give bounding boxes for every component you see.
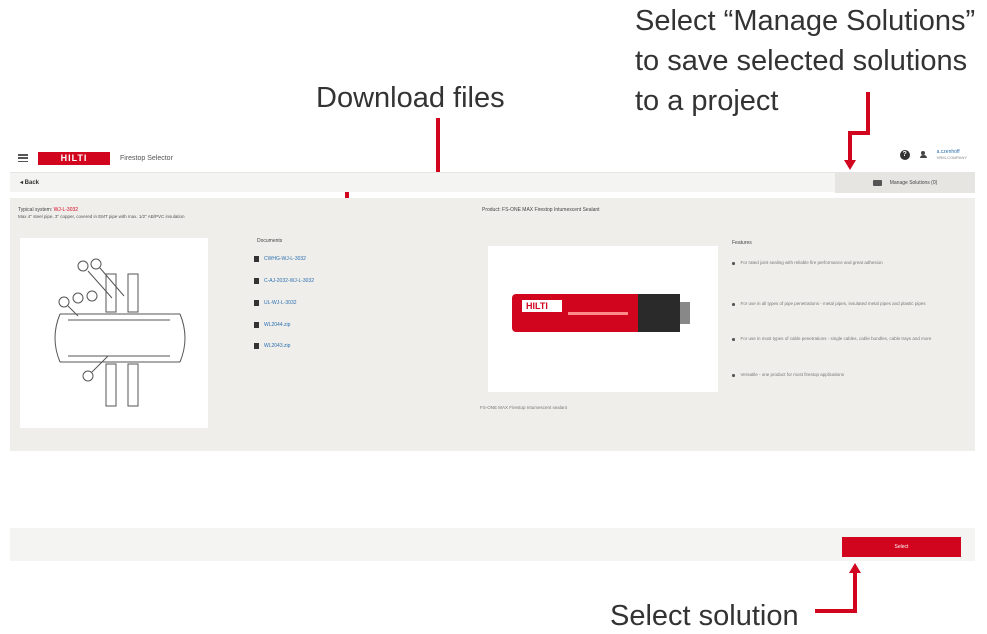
user-info[interactable]: a.czenhoff HRM-COMPANY [937,149,967,160]
feature-item: Versatile - one product for most firesto… [732,372,962,378]
menu-icon[interactable] [18,154,28,162]
zip-icon [254,322,259,328]
feature-item: For use in most types of cable penetrati… [732,336,962,342]
document-link[interactable]: WL2044.zip [254,322,290,328]
feature-item: For use in all types of pipe penetration… [732,301,962,307]
sealant-cartridge-image: HILTI [512,294,690,332]
bullet-icon [732,338,735,341]
user-company: HRM-COMPANY [936,155,967,160]
feature-text: For use in all types of pipe penetration… [740,301,926,306]
app-header: HILTI Firestop Selector ? a.czenhoff HRM… [10,146,975,170]
typical-system: Typical system: WJ-L-3032 [18,207,78,213]
product-caption: FS-ONE MAX Firestop Intumescent sealant [480,405,568,410]
user-icon[interactable] [919,150,927,159]
back-link[interactable]: ◂ Back [20,179,39,186]
zip-icon [254,343,259,349]
feature-item: For rated joint sealing with reliable fi… [732,260,962,266]
document-label: CWHG-WJ-L-3032 [264,256,306,262]
document-label: WL2043.zip [264,343,291,349]
footer-bar [10,528,975,561]
callout-line-2: to save selected solutions [635,45,968,77]
typical-label: Typical system: [18,207,53,213]
app-title: Firestop Selector [120,154,173,162]
document-link[interactable]: UL-WJ-L-3032 [254,300,297,306]
document-label: C-AJ-2032-WJ-L-3032 [264,278,315,284]
feature-text: For rated joint sealing with reliable fi… [740,260,883,265]
bullet-icon [732,374,735,377]
system-description: Max 4" steel pipe, 3" copper, covered in… [18,214,185,219]
document-label: UL-WJ-L-3032 [264,300,297,306]
callout-line-3: to a project [635,85,779,117]
document-label: WL2044.zip [264,322,291,328]
typical-system-link[interactable]: WJ-L-3032 [54,207,78,213]
hilti-logo: HILTI [38,151,110,165]
documents-title: Documents [257,238,283,244]
select-solution-callout: Select solution [610,600,799,632]
download-files-callout: Download files [316,82,505,114]
pdf-icon [254,278,259,284]
feature-text: For use in most types of cable penetrati… [740,336,932,341]
solution-panel: Typical system: WJ-L-3032 Max 4" steel p… [10,198,975,451]
cartridge-logo: HILTI [526,301,548,311]
header-actions: ? a.czenhoff HRM-COMPANY [899,149,967,160]
pdf-icon [254,300,259,306]
pipe-penetration-drawing [54,258,186,407]
callout-line-1: Select “Manage Solutions” [635,5,976,37]
folder-icon [872,180,882,186]
toolbar: ◂ Back Manage Solutions (0) [10,172,975,193]
bullet-icon [732,303,735,306]
features-title: Features [732,240,752,246]
bullet-icon [732,262,735,265]
manage-solutions-button[interactable]: Manage Solutions (0) [835,173,975,193]
help-icon[interactable]: ? [899,149,910,160]
document-link[interactable]: WL2043.zip [254,343,290,349]
system-drawing [20,238,208,428]
document-link[interactable]: C-AJ-2032-WJ-L-3032 [254,278,314,284]
product-image: HILTI [488,246,718,392]
manage-solutions-label: Manage Solutions (0) [889,180,938,186]
pdf-icon [254,256,259,262]
product-title: Product: FS-ONE MAX Firestop Intumescent… [482,207,600,213]
manage-solutions-callout: Select “Manage Solutions” to save select… [635,3,975,119]
select-button[interactable]: Select [842,537,961,557]
document-link[interactable]: CWHG-WJ-L-3032 [254,256,306,262]
feature-text: Versatile - one product for most firesto… [740,372,845,377]
